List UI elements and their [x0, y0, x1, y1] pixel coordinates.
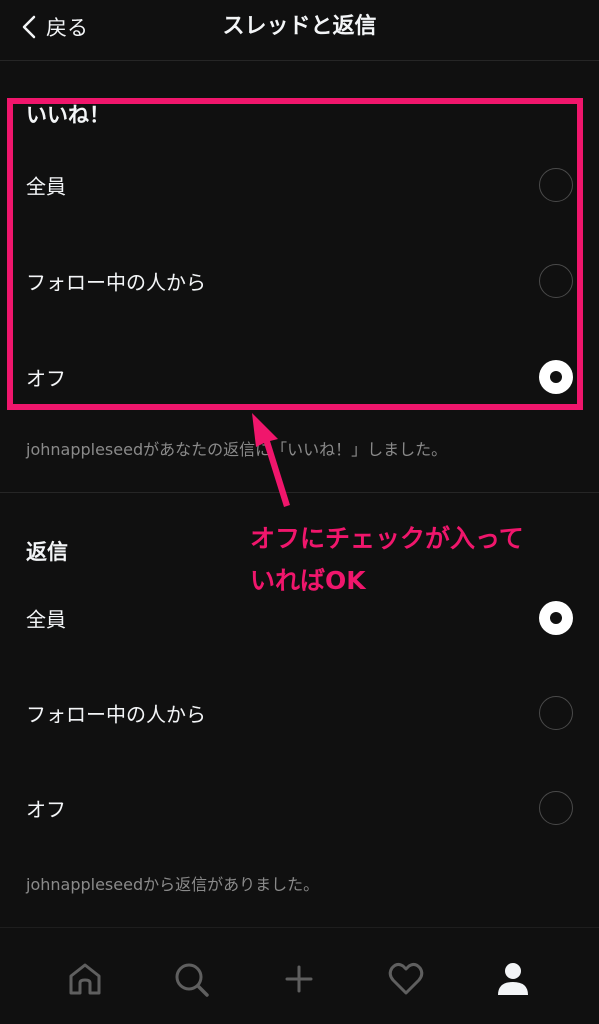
radio-button-selected[interactable]: [539, 601, 573, 635]
annotation-arrow-icon: [252, 413, 290, 507]
nav-profile-button[interactable]: [490, 956, 536, 1002]
nav-search-button[interactable]: [168, 956, 214, 1002]
nav-activity-button[interactable]: [383, 956, 429, 1002]
page-title: スレッドと返信: [222, 14, 377, 39]
option-label: 全員: [26, 607, 66, 632]
radio-button-selected[interactable]: [539, 360, 573, 394]
search-icon: [175, 963, 209, 997]
option-label: フォロー中の人から: [26, 270, 206, 295]
home-icon: [69, 963, 101, 995]
likes-option-following[interactable]: フォロー中の人から: [0, 251, 599, 311]
annotation-line-1: オフにチェックが入って: [250, 524, 524, 553]
option-label: フォロー中の人から: [26, 702, 206, 727]
nav-home-button[interactable]: [62, 956, 108, 1002]
nav-create-button[interactable]: [276, 956, 322, 1002]
radio-button[interactable]: [539, 264, 573, 298]
radio-button[interactable]: [539, 791, 573, 825]
header: 戻る スレッドと返信: [0, 0, 599, 61]
option-label: オフ: [26, 366, 66, 391]
annotation-line-2: いればOK: [250, 566, 366, 595]
section-divider: [0, 492, 599, 493]
radio-button[interactable]: [539, 696, 573, 730]
replies-section-title: 返信: [26, 540, 68, 564]
plus-icon: [285, 965, 313, 993]
replies-option-following[interactable]: フォロー中の人から: [0, 683, 599, 743]
likes-option-off[interactable]: オフ: [0, 347, 599, 407]
replies-option-off[interactable]: オフ: [0, 778, 599, 838]
annotation-text: オフにチェックが入って いればOK: [250, 518, 590, 602]
likes-section-title: いいね！: [26, 103, 110, 127]
bottom-nav: [0, 927, 599, 1024]
replies-caption: johnappleseedから返信がありました。: [26, 875, 320, 894]
likes-option-everyone[interactable]: 全員: [0, 155, 599, 215]
option-label: 全員: [26, 174, 66, 199]
option-label: オフ: [26, 797, 66, 822]
heart-icon: [388, 962, 424, 995]
likes-caption: johnappleseedがあなたの返信に「いいね！」しました。: [26, 440, 448, 459]
radio-button[interactable]: [539, 168, 573, 202]
profile-icon: [498, 963, 528, 995]
